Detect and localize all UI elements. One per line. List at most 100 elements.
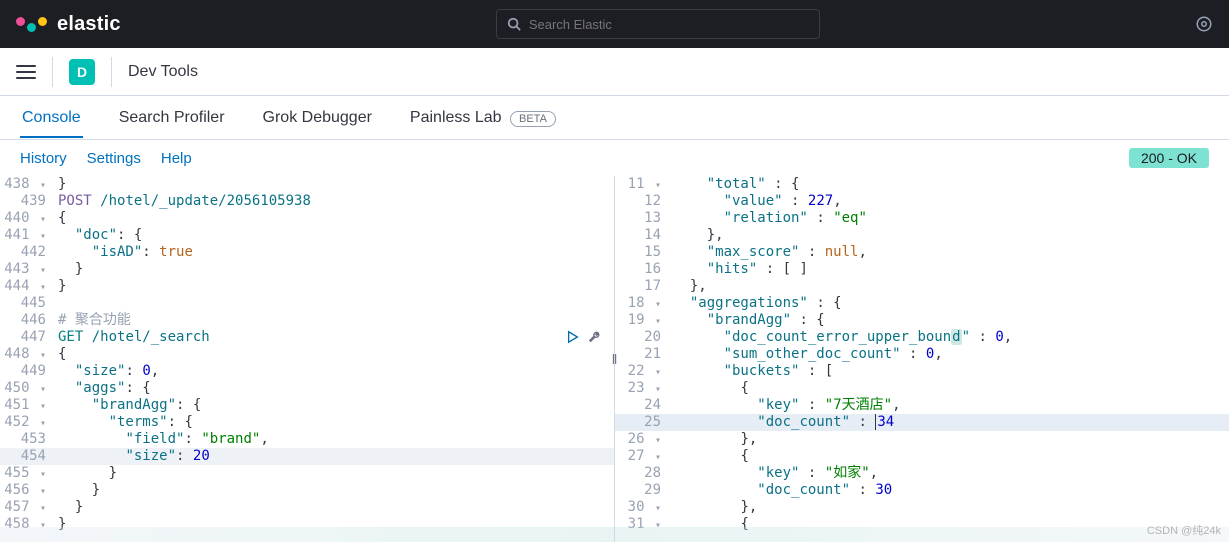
fold-toggle-icon[interactable]: ▾ <box>38 180 46 191</box>
editor-split: 438 ▾439440 ▾441 ▾442443 ▾444 ▾445446447… <box>0 176 1229 542</box>
tab-painless-label: Painless Lab <box>410 109 502 126</box>
line-number: 19 ▾ <box>615 312 661 329</box>
code-line[interactable]: "brandAgg": { <box>58 397 614 414</box>
code-line[interactable]: "aggregations" : { <box>673 295 1229 312</box>
app-header: D Dev Tools <box>0 48 1229 96</box>
code-line[interactable]: "relation" : "eq" <box>673 210 1229 227</box>
line-number: 447 <box>0 329 46 346</box>
code-line[interactable]: "doc_count_error_upper_bound" : 0, <box>673 329 1229 346</box>
line-number: 25 <box>615 414 661 431</box>
code-line[interactable]: } <box>58 465 614 482</box>
tab-console[interactable]: Console <box>20 99 83 137</box>
code-line[interactable]: "doc_count" : 30 <box>673 482 1229 499</box>
fold-toggle-icon[interactable]: ▾ <box>38 469 46 480</box>
fold-toggle-icon[interactable]: ▾ <box>653 384 661 395</box>
fold-toggle-icon[interactable]: ▾ <box>38 350 46 361</box>
fold-toggle-icon[interactable]: ▾ <box>653 299 661 310</box>
line-number: 449 <box>0 363 46 380</box>
line-number: 442 <box>0 244 46 261</box>
line-number: 28 <box>615 465 661 482</box>
code-line[interactable]: "key" : "7天酒店", <box>673 397 1229 414</box>
console-toolbar: History Settings Help 200 - OK <box>0 140 1229 176</box>
tab-painless-lab[interactable]: Painless Lab BETA <box>408 99 558 137</box>
line-number: 17 <box>615 278 661 295</box>
fold-toggle-icon[interactable]: ▾ <box>38 503 46 514</box>
code-line[interactable]: } <box>58 261 614 278</box>
line-number: 15 <box>615 244 661 261</box>
code-line[interactable] <box>58 295 614 312</box>
divider <box>111 57 112 87</box>
response-viewer[interactable]: 11 ▾12131415161718 ▾19 ▾202122 ▾23 ▾2425… <box>615 176 1229 542</box>
code-line[interactable]: "buckets" : [ <box>673 363 1229 380</box>
code-line[interactable]: } <box>58 482 614 499</box>
fold-toggle-icon[interactable]: ▾ <box>38 384 46 395</box>
code-line[interactable]: { <box>58 210 614 227</box>
beta-badge: BETA <box>510 111 556 127</box>
code-line[interactable]: "aggs": { <box>58 380 614 397</box>
fold-toggle-icon[interactable]: ▾ <box>653 180 661 191</box>
code-line[interactable]: "total" : { <box>673 176 1229 193</box>
fold-toggle-icon[interactable]: ▾ <box>38 401 46 412</box>
fold-toggle-icon[interactable]: ▾ <box>653 316 661 327</box>
request-editor[interactable]: 438 ▾439440 ▾441 ▾442443 ▾444 ▾445446447… <box>0 176 615 542</box>
code-line[interactable]: "max_score" : null, <box>673 244 1229 261</box>
code-line[interactable]: }, <box>673 278 1229 295</box>
code-line[interactable]: "value" : 227, <box>673 193 1229 210</box>
settings-link[interactable]: Settings <box>87 150 141 167</box>
code-line[interactable]: "brandAgg" : { <box>673 312 1229 329</box>
code-line[interactable]: }, <box>673 227 1229 244</box>
fold-toggle-icon[interactable]: ▾ <box>38 265 46 276</box>
code-line[interactable]: } <box>58 176 614 193</box>
search-icon <box>507 17 521 31</box>
code-line[interactable]: POST /hotel/_update/2056105938 <box>58 193 614 210</box>
line-number: 452 ▾ <box>0 414 46 431</box>
code-line[interactable]: "isAD": true <box>58 244 614 261</box>
fold-toggle-icon[interactable]: ▾ <box>38 231 46 242</box>
code-line[interactable]: }, <box>673 499 1229 516</box>
code-line[interactable]: "doc_count" : 34 <box>673 414 1229 431</box>
nav-toggle-button[interactable] <box>16 65 36 79</box>
settings-icon[interactable] <box>1195 15 1213 33</box>
code-line[interactable]: { <box>58 346 614 363</box>
fold-toggle-icon[interactable]: ▾ <box>38 214 46 225</box>
history-link[interactable]: History <box>20 150 67 167</box>
code-line[interactable]: { <box>673 448 1229 465</box>
response-lines[interactable]: "total" : { "value" : 227, "relation" : … <box>673 176 1229 533</box>
code-line[interactable]: } <box>58 499 614 516</box>
line-number: 16 <box>615 261 661 278</box>
play-icon[interactable] <box>566 330 580 344</box>
code-line[interactable]: # 聚合功能 <box>58 312 614 329</box>
code-line[interactable]: "size": 0, <box>58 363 614 380</box>
fold-toggle-icon[interactable]: ▾ <box>653 503 661 514</box>
line-number: 443 ▾ <box>0 261 46 278</box>
line-number: 23 ▾ <box>615 380 661 397</box>
code-line[interactable]: } <box>58 278 614 295</box>
fold-toggle-icon[interactable]: ▾ <box>653 452 661 463</box>
code-line[interactable]: }, <box>673 431 1229 448</box>
code-line[interactable]: GET /hotel/_search <box>58 329 614 346</box>
fold-toggle-icon[interactable]: ▾ <box>653 367 661 378</box>
code-line[interactable]: "sum_other_doc_count" : 0, <box>673 346 1229 363</box>
code-line[interactable]: "size": 20 <box>58 448 614 465</box>
search-input[interactable] <box>529 17 809 32</box>
tab-grok-debugger[interactable]: Grok Debugger <box>261 99 374 137</box>
global-search[interactable] <box>496 9 820 39</box>
pane-splitter[interactable]: ‖ <box>612 351 618 367</box>
code-line[interactable]: "doc": { <box>58 227 614 244</box>
line-number: 30 ▾ <box>615 499 661 516</box>
wrench-icon[interactable] <box>588 330 602 344</box>
line-number: 22 ▾ <box>615 363 661 380</box>
tab-search-profiler[interactable]: Search Profiler <box>117 99 227 137</box>
fold-toggle-icon[interactable]: ▾ <box>653 435 661 446</box>
fold-toggle-icon[interactable]: ▾ <box>38 282 46 293</box>
line-number: 453 <box>0 431 46 448</box>
code-line[interactable]: "terms": { <box>58 414 614 431</box>
fold-toggle-icon[interactable]: ▾ <box>38 418 46 429</box>
help-link[interactable]: Help <box>161 150 192 167</box>
code-line[interactable]: { <box>673 380 1229 397</box>
code-line[interactable]: "key" : "如家", <box>673 465 1229 482</box>
request-lines[interactable]: }POST /hotel/_update/2056105938{ "doc": … <box>58 176 614 533</box>
code-line[interactable]: "field": "brand", <box>58 431 614 448</box>
code-line[interactable]: "hits" : [ ] <box>673 261 1229 278</box>
fold-toggle-icon[interactable]: ▾ <box>38 486 46 497</box>
